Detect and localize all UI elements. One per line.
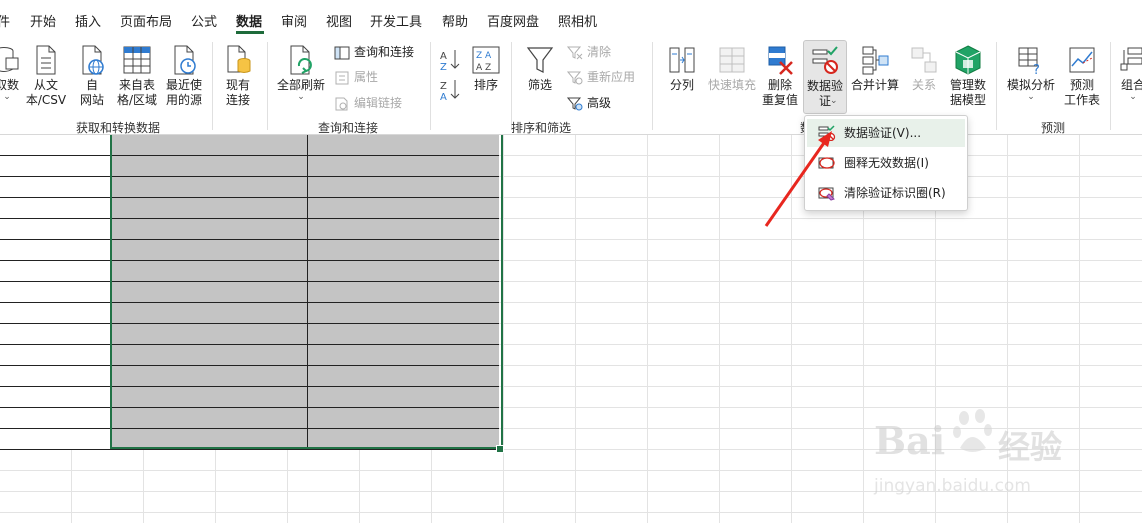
watermark-brand: Bai <box>874 418 946 463</box>
baidu-jingyan-watermark: Bai 经验 jingyan.baidu.com <box>868 400 1118 510</box>
watermark-url: jingyan.baidu.com <box>874 476 1031 496</box>
watermark-jingyan: 经验 <box>998 428 1063 466</box>
paw-icon <box>953 409 992 452</box>
